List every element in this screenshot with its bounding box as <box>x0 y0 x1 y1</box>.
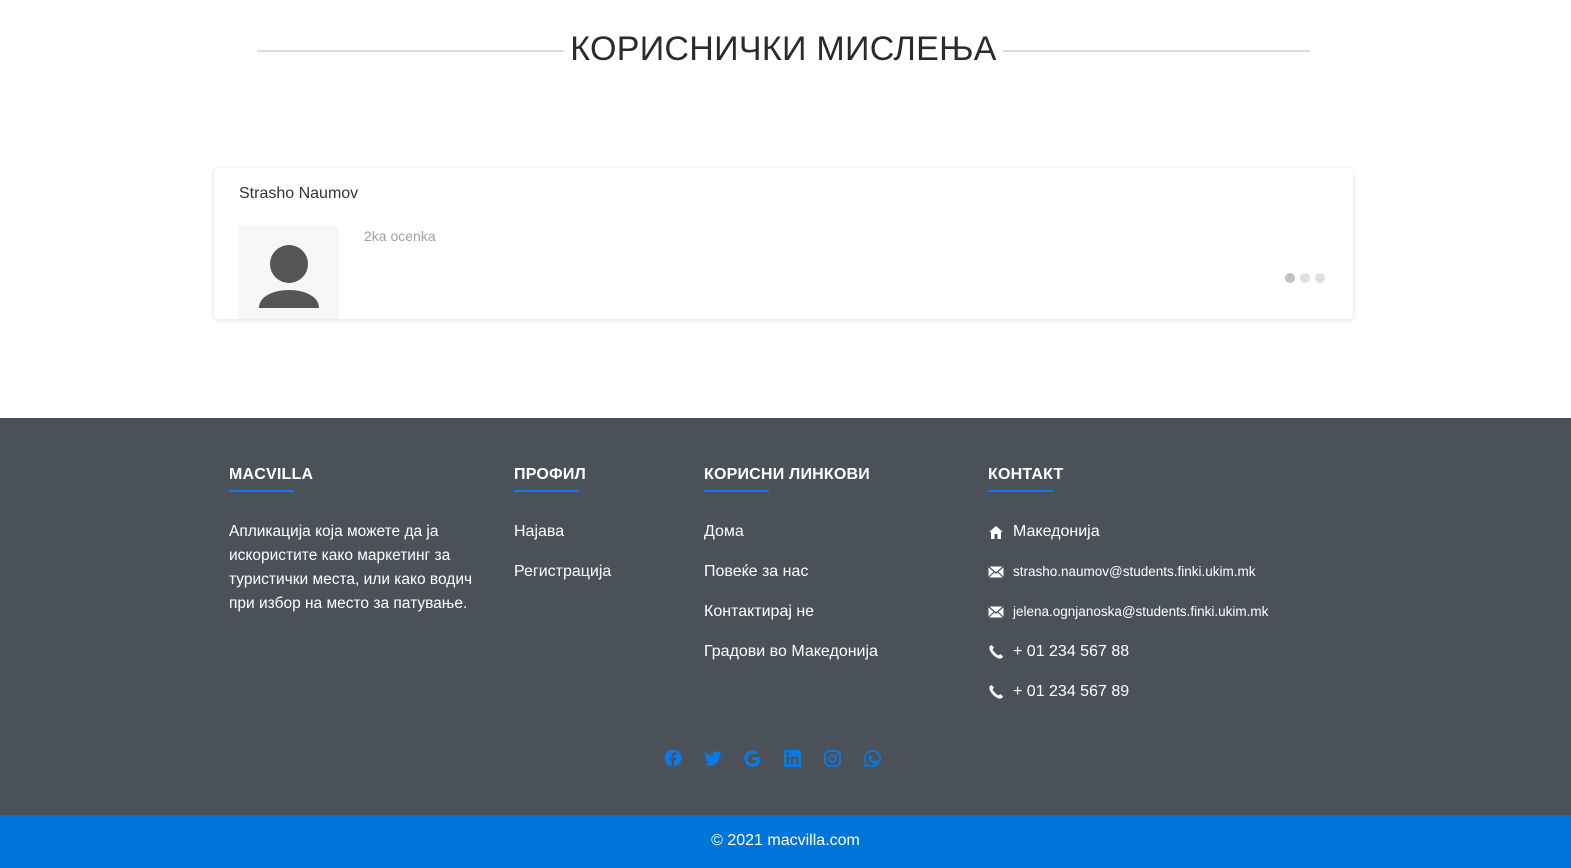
title-divider-left <box>257 50 564 52</box>
section-title: КОРИСНИЧКИ МИСЛЕЊА <box>570 30 997 68</box>
facebook-icon[interactable] <box>664 748 704 768</box>
copyright-bar: © 2021 macvilla.com <box>0 815 1571 868</box>
profile-heading: ПРОФИЛ <box>514 466 586 483</box>
carousel-dot-1[interactable] <box>1285 273 1295 283</box>
heading-underline <box>229 490 294 492</box>
instagram-icon[interactable] <box>824 748 864 768</box>
testimonials-header: КОРИСНИЧКИ МИСЛЕЊА <box>0 26 1571 74</box>
contact-email-2[interactable]: jelena.ognjanoska@students.finki.ukim.mk <box>988 600 1268 640</box>
contact-heading: КОНТАКТ <box>988 466 1064 483</box>
envelope-icon <box>988 600 1006 624</box>
about-heading: MACVILLA <box>229 466 314 483</box>
contact-phone-1[interactable]: + 01 234 567 88 <box>988 640 1268 680</box>
review-text: 2ka ocenka <box>364 228 436 244</box>
home-link[interactable]: Дома <box>704 520 878 560</box>
email-text: strasho.naumov@students.finki.ukim.mk <box>1013 564 1256 579</box>
user-avatar-icon <box>259 245 319 308</box>
phone-icon <box>988 680 1006 704</box>
phone-icon <box>988 640 1006 664</box>
heading-underline <box>704 490 769 492</box>
home-icon <box>988 520 1006 544</box>
google-icon[interactable] <box>744 748 784 768</box>
copyright-text: © 2021 macvilla.com <box>711 832 860 849</box>
contact-address: Македонија <box>988 520 1268 560</box>
contact-email-1[interactable]: strasho.naumov@students.finki.ukim.mk <box>988 560 1268 600</box>
whatsapp-icon[interactable] <box>864 748 904 768</box>
footer: MACVILLA Апликација која можете да ја ис… <box>0 418 1571 815</box>
heading-underline <box>988 490 1053 492</box>
linkedin-icon[interactable] <box>784 748 824 768</box>
social-links <box>664 748 904 768</box>
phone-text: + 01 234 567 89 <box>1013 683 1130 700</box>
review-card: Strasho Naumov 2ka ocenka <box>214 168 1353 319</box>
avatar <box>239 226 339 319</box>
about-us-link[interactable]: Повеќе за нас <box>704 560 878 600</box>
twitter-icon[interactable] <box>704 748 744 768</box>
cities-link[interactable]: Градови во Македонија <box>704 640 878 680</box>
email-text: jelena.ognjanoska@students.finki.ukim.mk <box>1013 604 1269 619</box>
footer-contact: КОНТАКТ Македонија strasho.naumov@studen… <box>988 466 1268 720</box>
footer-useful-links: КОРИСНИ ЛИНКОВИ Дома Повеќе за нас Конта… <box>704 466 878 680</box>
contact-us-link[interactable]: Контактирај не <box>704 600 878 640</box>
phone-text: + 01 234 567 88 <box>1013 643 1130 660</box>
login-link[interactable]: Најава <box>514 520 611 560</box>
footer-profile: ПРОФИЛ Најава Регистрација <box>514 466 611 600</box>
heading-underline <box>514 490 579 492</box>
footer-about: MACVILLA Апликација која можете да ја ис… <box>229 466 489 616</box>
carousel-dot-3[interactable] <box>1315 273 1325 283</box>
reviewer-name: Strasho Naumov <box>239 185 359 202</box>
about-text: Апликација која можете да ја искористите… <box>229 523 473 612</box>
useful-links-heading: КОРИСНИ ЛИНКОВИ <box>704 466 870 483</box>
address-text: Македонија <box>1013 523 1100 540</box>
register-link[interactable]: Регистрација <box>514 560 611 600</box>
carousel-dot-2[interactable] <box>1300 273 1310 283</box>
envelope-icon <box>988 560 1006 584</box>
title-divider-right <box>1003 50 1310 52</box>
carousel-dots <box>1285 273 1325 283</box>
contact-phone-2[interactable]: + 01 234 567 89 <box>988 680 1268 720</box>
